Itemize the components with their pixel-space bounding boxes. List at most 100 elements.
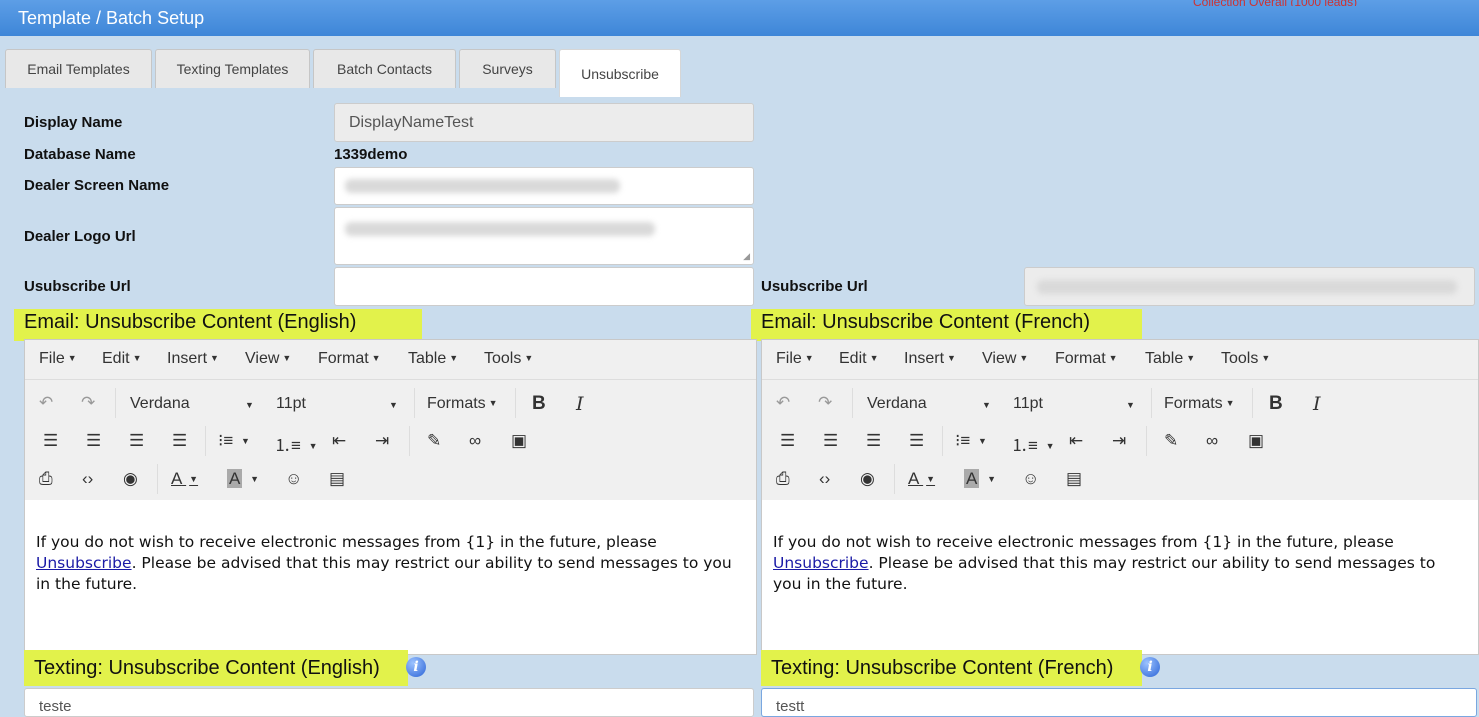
menu-file[interactable]: File ▼ bbox=[39, 350, 77, 368]
align-justify-icon[interactable]: ☰ bbox=[172, 431, 187, 451]
email-en-editor: File ▼ Edit ▼ Insert ▼ View ▼ Format ▼ Table ▼… bbox=[24, 339, 757, 655]
tab-batch-contacts[interactable]: Batch Contacts bbox=[313, 49, 456, 88]
formats-select[interactable]: Formats ▼ bbox=[427, 395, 498, 413]
display-name-field[interactable]: DisplayNameTest bbox=[334, 103, 754, 142]
paperclip-icon[interactable]: ✎ bbox=[427, 431, 441, 451]
text-color-icon[interactable]: A ▼ bbox=[908, 469, 935, 489]
email-fr-editor: File ▼ Edit ▼ Insert ▼ View ▼ Format ▼ Table ▼… bbox=[761, 339, 1479, 655]
code-icon[interactable]: ‹› bbox=[82, 469, 93, 489]
eye-icon[interactable]: ◉ bbox=[860, 469, 875, 489]
font-family-select[interactable]: Verdana ▼ bbox=[130, 395, 255, 413]
menu-view[interactable]: View ▼ bbox=[245, 350, 291, 368]
paste-icon[interactable]: ▤ bbox=[329, 469, 345, 489]
bold-icon[interactable]: B bbox=[532, 393, 546, 415]
unsubscribe-url-field-right[interactable] bbox=[1024, 267, 1475, 306]
unsubscribe-link[interactable]: Unsubscribe bbox=[773, 554, 869, 572]
dealer-screen-name-field[interactable] bbox=[334, 167, 754, 205]
redacted-value bbox=[345, 179, 620, 193]
image-icon[interactable]: ▣ bbox=[1248, 431, 1264, 451]
menu-insert[interactable]: Insert ▼ bbox=[167, 350, 219, 368]
link-icon[interactable]: ∞ bbox=[1206, 431, 1218, 451]
menu-tools[interactable]: Tools ▼ bbox=[484, 350, 533, 368]
toolbar-separator bbox=[852, 388, 853, 418]
dealer-logo-url-field[interactable]: ◢ bbox=[334, 207, 754, 265]
redo-icon[interactable]: ↷ bbox=[81, 393, 95, 413]
editor-menubar: File ▼ Edit ▼ Insert ▼ View ▼ Format ▼ Table ▼… bbox=[25, 340, 756, 380]
link-icon[interactable]: ∞ bbox=[469, 431, 481, 451]
font-size-select[interactable]: 11pt ▼ bbox=[1013, 395, 1138, 413]
paperclip-icon[interactable]: ✎ bbox=[1164, 431, 1178, 451]
numbered-list-icon[interactable]: ⒈≡ ▼ bbox=[274, 431, 318, 456]
texting-en-input[interactable]: teste bbox=[24, 688, 754, 717]
paste-icon[interactable]: ▤ bbox=[1066, 469, 1082, 489]
menu-view[interactable]: View ▼ bbox=[982, 350, 1028, 368]
align-right-icon[interactable]: ☰ bbox=[129, 431, 144, 451]
image-icon[interactable]: ▣ bbox=[511, 431, 527, 451]
bullet-list-icon[interactable]: ⁝≡ ▼ bbox=[955, 431, 987, 451]
tab-surveys[interactable]: Surveys bbox=[459, 49, 556, 88]
database-name-value: 1339demo bbox=[334, 146, 408, 163]
menu-file[interactable]: File ▼ bbox=[776, 350, 814, 368]
menu-tools[interactable]: Tools ▼ bbox=[1221, 350, 1270, 368]
background-color-icon[interactable]: A ▼ bbox=[964, 469, 996, 489]
outdent-icon[interactable]: ⇤ bbox=[1069, 431, 1083, 451]
font-family-select[interactable]: Verdana ▼ bbox=[867, 395, 992, 413]
unsubscribe-url-field[interactable] bbox=[334, 267, 754, 306]
email-fr-heading: Email: Unsubscribe Content (French) bbox=[751, 309, 1142, 341]
align-justify-icon[interactable]: ☰ bbox=[909, 431, 924, 451]
align-center-icon[interactable]: ☰ bbox=[823, 431, 838, 451]
print-icon[interactable]: ⎙ bbox=[39, 469, 53, 489]
dealer-screen-name-label: Dealer Screen Name bbox=[24, 177, 170, 194]
database-name-label: Database Name bbox=[24, 146, 136, 163]
font-size-select[interactable]: 11pt ▼ bbox=[276, 395, 401, 413]
text-color-icon[interactable]: A ▼ bbox=[171, 469, 198, 489]
align-left-icon[interactable]: ☰ bbox=[780, 431, 795, 451]
redo-icon[interactable]: ↷ bbox=[818, 393, 832, 413]
print-icon[interactable]: ⎙ bbox=[776, 469, 790, 489]
code-icon[interactable]: ‹› bbox=[819, 469, 830, 489]
bullet-list-icon[interactable]: ⁝≡ ▼ bbox=[218, 431, 250, 451]
align-right-icon[interactable]: ☰ bbox=[866, 431, 881, 451]
bold-icon[interactable]: B bbox=[1269, 393, 1283, 415]
menu-table[interactable]: Table ▼ bbox=[1145, 350, 1195, 368]
italic-icon[interactable]: I bbox=[576, 393, 584, 415]
align-left-icon[interactable]: ☰ bbox=[43, 431, 58, 451]
indent-icon[interactable]: ⇥ bbox=[375, 431, 389, 451]
background-color-icon[interactable]: A ▼ bbox=[227, 469, 259, 489]
italic-icon[interactable]: I bbox=[1313, 393, 1321, 415]
toolbar-separator bbox=[205, 426, 206, 456]
formats-select[interactable]: Formats ▼ bbox=[1164, 395, 1235, 413]
align-center-icon[interactable]: ☰ bbox=[86, 431, 101, 451]
tab-texting-templates[interactable]: Texting Templates bbox=[155, 49, 310, 88]
menu-insert[interactable]: Insert ▼ bbox=[904, 350, 956, 368]
undo-icon[interactable]: ↶ bbox=[776, 393, 790, 413]
toolbar-separator bbox=[115, 388, 116, 418]
smiley-icon[interactable]: ☺ bbox=[1022, 469, 1039, 489]
menu-format[interactable]: Format ▼ bbox=[1055, 350, 1118, 368]
toolbar-separator bbox=[409, 426, 410, 456]
info-circle-icon[interactable]: i bbox=[1140, 657, 1160, 677]
resize-grip-icon[interactable]: ◢ bbox=[743, 252, 750, 261]
toolbar-separator bbox=[1151, 388, 1152, 418]
menu-table[interactable]: Table ▼ bbox=[408, 350, 458, 368]
email-en-content[interactable]: If you do not wish to receive electronic… bbox=[25, 500, 756, 654]
numbered-list-icon[interactable]: ⒈≡ ▼ bbox=[1011, 431, 1055, 456]
menu-edit[interactable]: Edit ▼ bbox=[839, 350, 879, 368]
toolbar-separator bbox=[1146, 426, 1147, 456]
menu-format[interactable]: Format ▼ bbox=[318, 350, 381, 368]
dealer-logo-url-label: Dealer Logo Url bbox=[24, 228, 136, 245]
unsubscribe-link[interactable]: Unsubscribe bbox=[36, 554, 132, 572]
email-fr-content[interactable]: If you do not wish to receive electronic… bbox=[762, 500, 1478, 654]
indent-icon[interactable]: ⇥ bbox=[1112, 431, 1126, 451]
menu-edit[interactable]: Edit ▼ bbox=[102, 350, 142, 368]
texting-fr-input[interactable]: testt bbox=[761, 688, 1477, 717]
toolbar-separator bbox=[894, 464, 895, 494]
tab-email-templates[interactable]: Email Templates bbox=[5, 49, 152, 88]
tab-unsubscribe[interactable]: Unsubscribe bbox=[559, 49, 681, 97]
toolbar-separator bbox=[942, 426, 943, 456]
eye-icon[interactable]: ◉ bbox=[123, 469, 138, 489]
undo-icon[interactable]: ↶ bbox=[39, 393, 53, 413]
smiley-icon[interactable]: ☺ bbox=[285, 469, 302, 489]
outdent-icon[interactable]: ⇤ bbox=[332, 431, 346, 451]
info-circle-icon[interactable]: i bbox=[406, 657, 426, 677]
